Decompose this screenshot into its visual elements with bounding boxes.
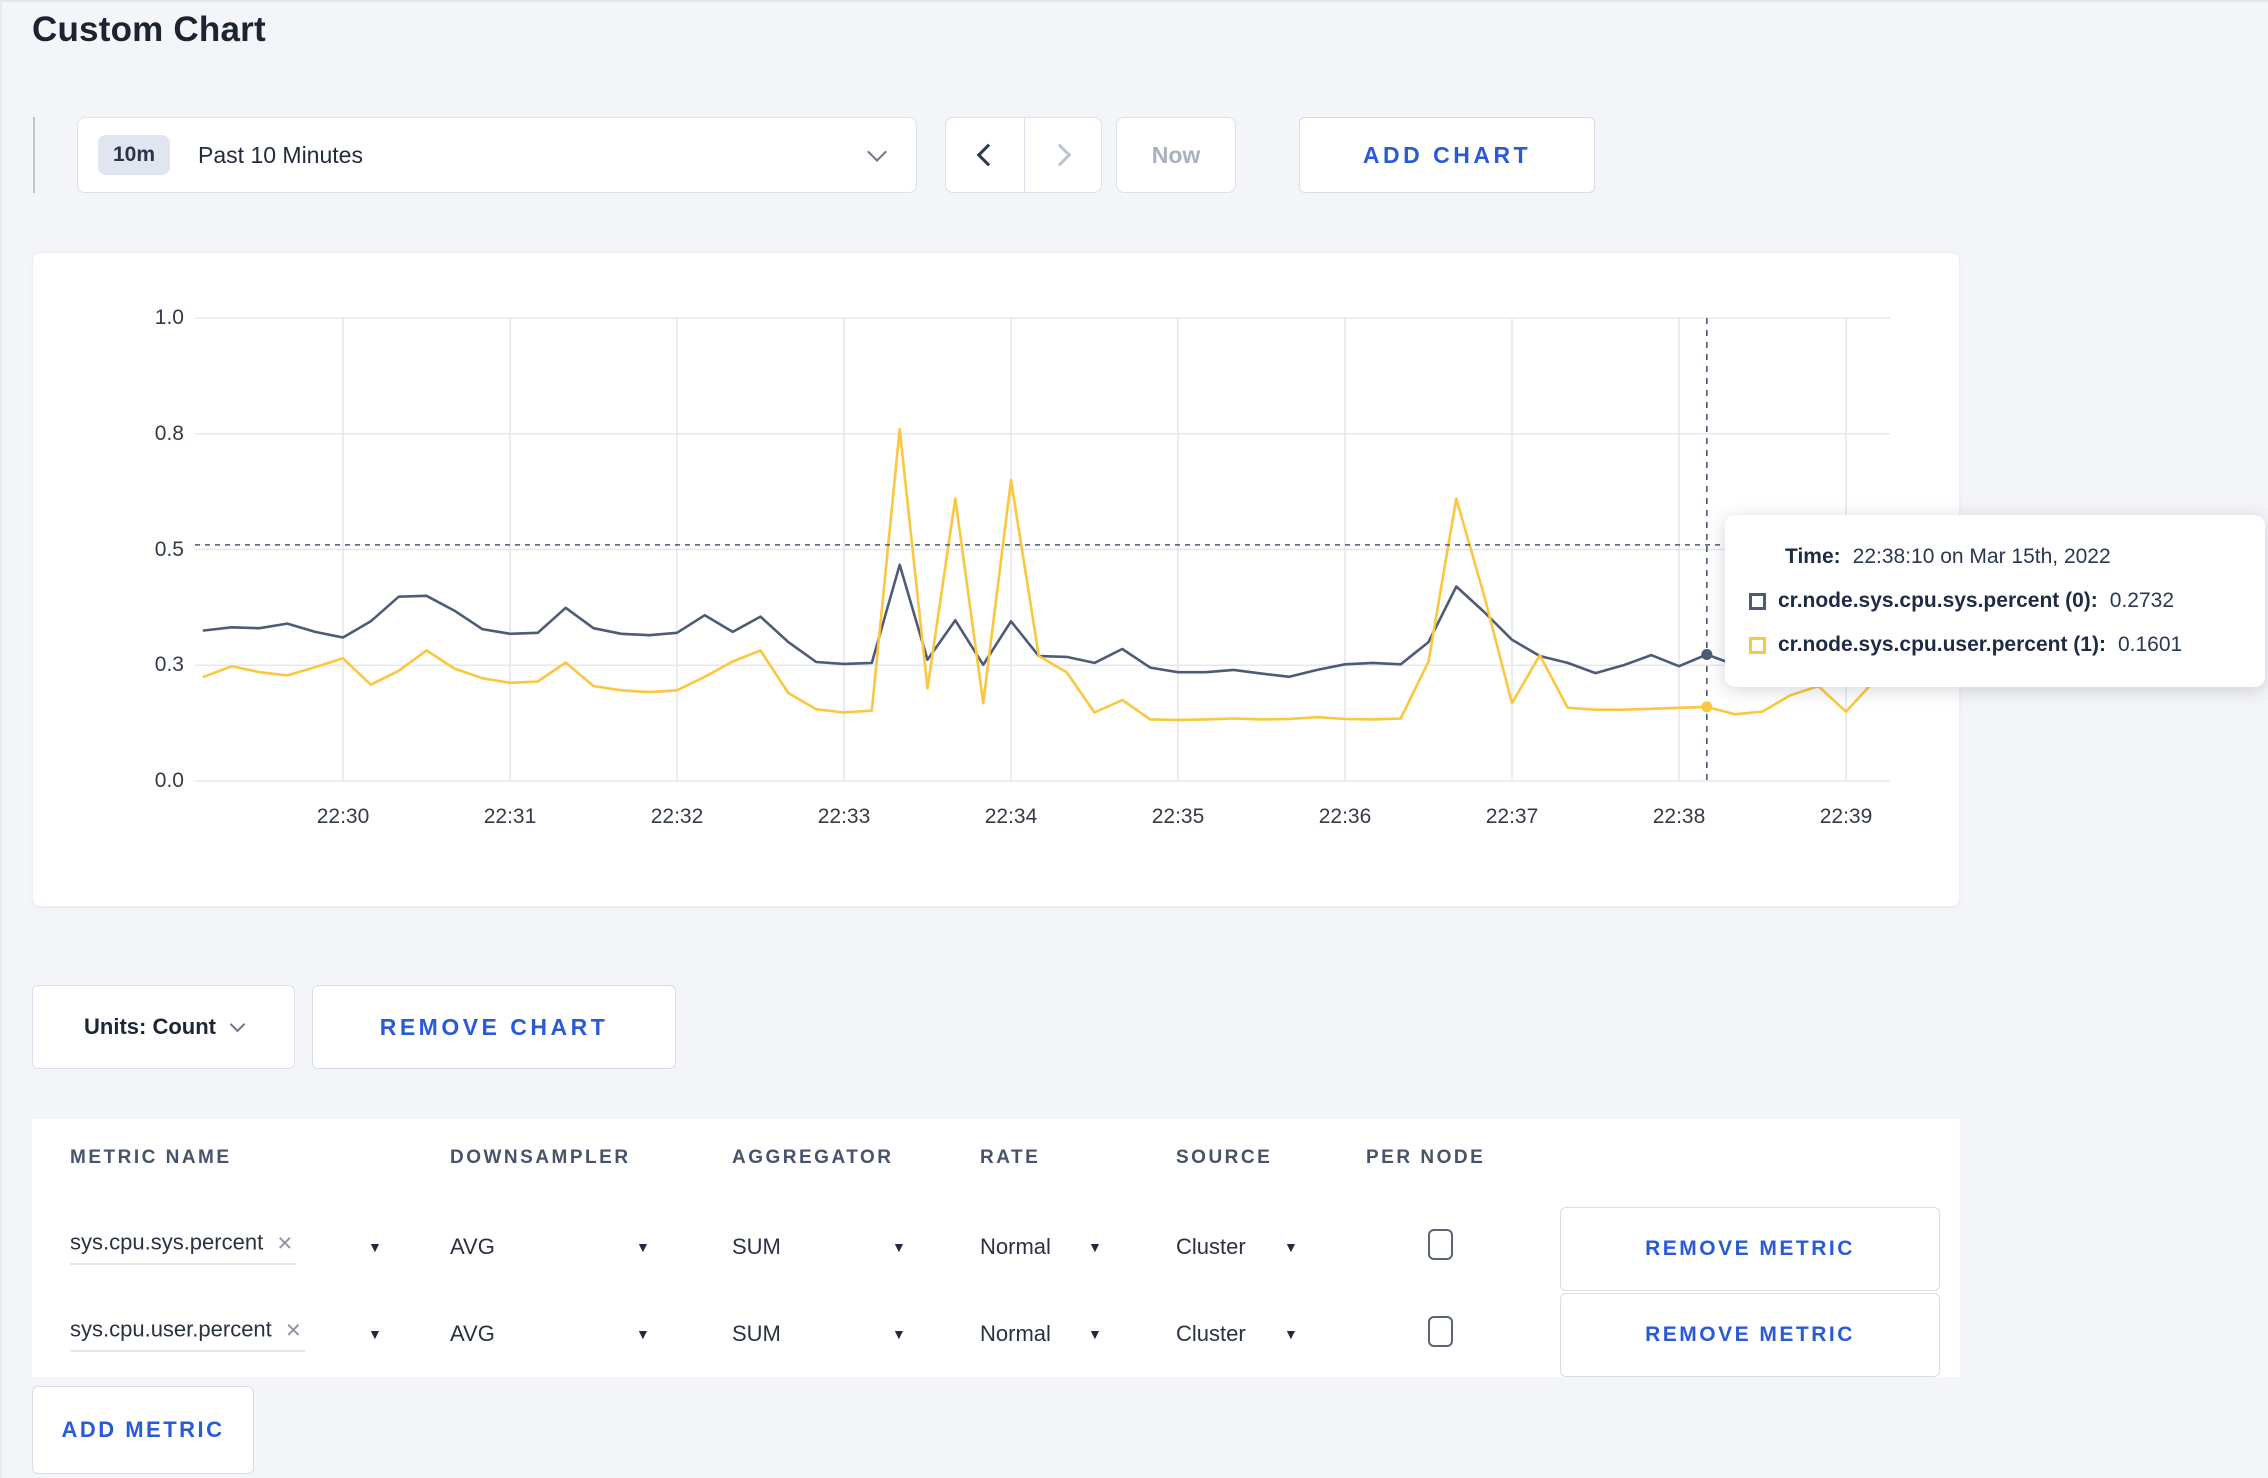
add-metric-button[interactable]: ADD METRIC xyxy=(32,1386,254,1474)
tooltip-time-label: Time: xyxy=(1785,545,1841,568)
aggregator-caret-icon[interactable]: ▼ xyxy=(892,1326,906,1342)
tooltip-series-value: 0.1601 xyxy=(2117,633,2183,656)
aggregator-caret-icon[interactable]: ▼ xyxy=(892,1239,906,1255)
add-chart-button[interactable]: ADD CHART xyxy=(1299,117,1595,193)
x-tick-label: 22:39 xyxy=(1819,805,1873,828)
chevron-left-icon xyxy=(976,143,1000,167)
x-tick-label: 22:37 xyxy=(1485,805,1539,828)
remove-metric-button[interactable]: REMOVE METRIC xyxy=(1560,1207,1940,1291)
rate-select[interactable]: Normal xyxy=(980,1234,1051,1260)
aggregator-select[interactable]: SUM xyxy=(732,1321,781,1347)
x-tick-label: 22:32 xyxy=(650,805,704,828)
chevron-right-icon xyxy=(1048,143,1072,167)
y-tick-label: 0.3 xyxy=(154,653,184,677)
col-header-rate: RATE xyxy=(980,1147,1041,1168)
rate-caret-icon[interactable]: ▼ xyxy=(1088,1239,1102,1255)
metric-name-dropdown[interactable]: sys.cpu.sys.percent × xyxy=(70,1229,297,1265)
col-header-per-node: PER NODE xyxy=(1366,1147,1486,1168)
chevron-down-icon xyxy=(229,1016,246,1033)
next-time-button[interactable] xyxy=(1023,118,1102,192)
y-tick-label: 0.5 xyxy=(154,537,184,561)
source-caret-icon[interactable]: ▼ xyxy=(1284,1326,1298,1342)
y-tick-label: 0.0 xyxy=(154,769,184,792)
time-range-badge: 10m xyxy=(98,135,171,175)
now-button[interactable]: Now xyxy=(1116,117,1236,193)
tooltip-time-value: 22:38:10 on Mar 15th, 2022 xyxy=(1852,545,2111,568)
page-title: Custom Chart xyxy=(32,10,266,49)
metrics-table: METRIC NAME DOWNSAMPLER AGGREGATOR RATE … xyxy=(32,1119,1960,1377)
time-range-label: Past 10 Minutes xyxy=(198,141,363,168)
x-tick-label: 22:38 xyxy=(1652,805,1706,828)
tooltip-series-label: cr.node.sys.cpu.user.percent (1): xyxy=(1778,633,2106,656)
rate-caret-icon[interactable]: ▼ xyxy=(1088,1326,1102,1342)
col-header-metric-name: METRIC NAME xyxy=(70,1147,232,1168)
chart-card: 0.0 0.3 0.5 0.8 1.0 22:30 22:31 22:32 22:33 22:3… xyxy=(32,252,1960,907)
chevron-down-icon xyxy=(867,142,887,162)
tooltip-series-value: 0.2732 xyxy=(2109,589,2175,612)
x-tick-label: 22:35 xyxy=(1151,805,1205,828)
tooltip-series-label: cr.node.sys.cpu.sys.percent (0): xyxy=(1778,589,2098,612)
y-tick-label: 0.8 xyxy=(154,421,184,445)
downsampler-select[interactable]: AVG xyxy=(450,1321,495,1347)
per-node-checkbox[interactable] xyxy=(1428,1229,1453,1260)
prev-time-button[interactable] xyxy=(946,118,1024,192)
chart-hover-tooltip: Time: 22:38:10 on Mar 15th, 2022 cr.node… xyxy=(1725,515,2265,687)
per-node-checkbox[interactable] xyxy=(1428,1316,1453,1347)
remove-metric-button[interactable]: REMOVE METRIC xyxy=(1560,1293,1940,1377)
x-tick-label: 22:36 xyxy=(1318,805,1372,828)
downsampler-select[interactable]: AVG xyxy=(450,1234,495,1260)
metric-name: sys.cpu.user.percent xyxy=(70,1316,272,1342)
time-step-buttons xyxy=(945,117,1102,193)
downsampler-caret-icon[interactable]: ▼ xyxy=(636,1326,650,1342)
x-tick-label: 22:33 xyxy=(817,805,871,828)
series-user-swatch-icon xyxy=(1749,636,1766,654)
col-header-aggregator: AGGREGATOR xyxy=(732,1147,894,1168)
aggregator-select[interactable]: SUM xyxy=(732,1234,781,1260)
source-caret-icon[interactable]: ▼ xyxy=(1284,1239,1298,1255)
metric-name-dropdown[interactable]: sys.cpu.user.percent × xyxy=(70,1317,305,1352)
col-header-downsampler: DOWNSAMPLER xyxy=(450,1147,631,1168)
rate-select[interactable]: Normal xyxy=(980,1321,1051,1347)
remove-chart-button[interactable]: REMOVE CHART xyxy=(312,985,676,1069)
x-tick-label: 22:30 xyxy=(316,805,370,828)
source-select[interactable]: Cluster xyxy=(1176,1321,1246,1347)
units-label: Units: Count xyxy=(84,1014,216,1039)
toolbar-divider xyxy=(33,117,35,193)
metric-name: sys.cpu.sys.percent xyxy=(70,1229,264,1255)
source-select[interactable]: Cluster xyxy=(1176,1234,1246,1260)
metric-name-caret-icon[interactable]: ▼ xyxy=(368,1239,382,1255)
x-tick-label: 22:34 xyxy=(984,805,1038,828)
downsampler-caret-icon[interactable]: ▼ xyxy=(636,1239,650,1255)
y-tick-label: 1.0 xyxy=(154,306,184,329)
units-dropdown[interactable]: Units: Count xyxy=(32,985,295,1069)
series-sys-swatch-icon xyxy=(1749,592,1766,610)
time-range-selector[interactable]: 10m Past 10 Minutes xyxy=(77,117,917,193)
metric-name-caret-icon[interactable]: ▼ xyxy=(368,1326,382,1342)
col-header-source: SOURCE xyxy=(1176,1147,1273,1168)
clear-metric-icon[interactable]: × xyxy=(286,1317,301,1343)
clear-metric-icon[interactable]: × xyxy=(277,1230,292,1256)
x-tick-label: 22:31 xyxy=(483,805,537,828)
